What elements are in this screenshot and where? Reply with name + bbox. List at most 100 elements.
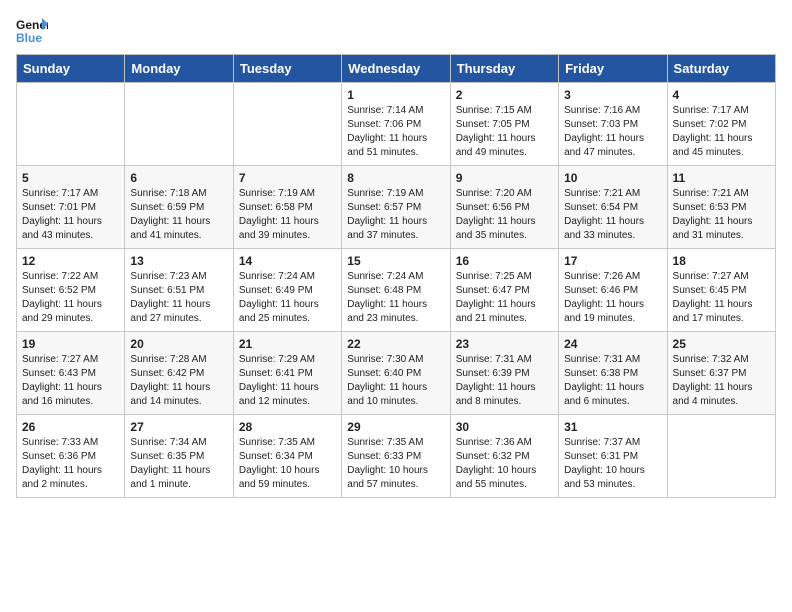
cell-info: and 55 minutes.	[456, 478, 553, 492]
cell-info: Sunrise: 7:34 AM	[130, 436, 227, 450]
logo-icon: General Blue	[16, 16, 48, 44]
day-number: 27	[130, 420, 227, 434]
cell-info: and 10 minutes.	[347, 395, 444, 409]
cell-info: and 2 minutes.	[22, 478, 119, 492]
cell-info: Daylight: 11 hours	[456, 298, 553, 312]
cell-info: Sunrise: 7:17 AM	[22, 187, 119, 201]
calendar-cell: 10Sunrise: 7:21 AMSunset: 6:54 PMDayligh…	[559, 166, 667, 249]
calendar-cell: 20Sunrise: 7:28 AMSunset: 6:42 PMDayligh…	[125, 332, 233, 415]
cell-info: Daylight: 11 hours	[130, 215, 227, 229]
cell-info: and 29 minutes.	[22, 312, 119, 326]
day-number: 23	[456, 337, 553, 351]
cell-info: Sunrise: 7:14 AM	[347, 104, 444, 118]
weekday-header-wednesday: Wednesday	[342, 55, 450, 83]
cell-info: and 51 minutes.	[347, 146, 444, 160]
cell-info: Sunset: 6:56 PM	[456, 201, 553, 215]
calendar-cell: 25Sunrise: 7:32 AMSunset: 6:37 PMDayligh…	[667, 332, 775, 415]
cell-info: and 17 minutes.	[673, 312, 770, 326]
cell-info: and 41 minutes.	[130, 229, 227, 243]
cell-info: Sunset: 7:05 PM	[456, 118, 553, 132]
calendar-cell: 31Sunrise: 7:37 AMSunset: 6:31 PMDayligh…	[559, 415, 667, 498]
cell-info: and 25 minutes.	[239, 312, 336, 326]
day-number: 11	[673, 171, 770, 185]
cell-info: Sunrise: 7:24 AM	[347, 270, 444, 284]
cell-info: Daylight: 11 hours	[239, 381, 336, 395]
day-number: 9	[456, 171, 553, 185]
weekday-header-sunday: Sunday	[17, 55, 125, 83]
cell-info: Sunrise: 7:16 AM	[564, 104, 661, 118]
cell-info: Sunset: 6:52 PM	[22, 284, 119, 298]
svg-text:Blue: Blue	[16, 31, 42, 44]
cell-info: Sunrise: 7:15 AM	[456, 104, 553, 118]
cell-info: Sunrise: 7:18 AM	[130, 187, 227, 201]
calendar-cell: 26Sunrise: 7:33 AMSunset: 6:36 PMDayligh…	[17, 415, 125, 498]
cell-info: Daylight: 11 hours	[22, 381, 119, 395]
cell-info: Daylight: 11 hours	[673, 381, 770, 395]
cell-info: Sunset: 7:06 PM	[347, 118, 444, 132]
calendar-cell	[125, 83, 233, 166]
calendar-cell: 16 Sunrise: 7:25 AMSunset: 6:47 PMDayligh…	[450, 249, 558, 332]
day-number: 29	[347, 420, 444, 434]
cell-info: Sunset: 6:37 PM	[673, 367, 770, 381]
calendar-table: SundayMondayTuesdayWednesdayThursdayFrid…	[16, 54, 776, 498]
calendar-cell: 18Sunrise: 7:27 AMSunset: 6:45 PMDayligh…	[667, 249, 775, 332]
cell-info: Daylight: 10 hours	[239, 464, 336, 478]
cell-info: Daylight: 11 hours	[673, 298, 770, 312]
cell-info: Sunset: 6:49 PM	[239, 284, 336, 298]
day-number: 16	[456, 254, 553, 268]
cell-info: and 45 minutes.	[673, 146, 770, 160]
cell-info: Daylight: 11 hours	[564, 215, 661, 229]
calendar-cell: 5Sunrise: 7:17 AMSunset: 7:01 PMDaylight…	[17, 166, 125, 249]
day-number: 25	[673, 337, 770, 351]
calendar-cell: 1Sunrise: 7:14 AMSunset: 7:06 PMDaylight…	[342, 83, 450, 166]
cell-info: Daylight: 11 hours	[130, 464, 227, 478]
day-number: 4	[673, 88, 770, 102]
cell-info: and 47 minutes.	[564, 146, 661, 160]
cell-info: Sunset: 7:02 PM	[673, 118, 770, 132]
cell-info: and 4 minutes.	[673, 395, 770, 409]
cell-info: and 1 minute.	[130, 478, 227, 492]
cell-info: Sunset: 6:33 PM	[347, 450, 444, 464]
weekday-header-monday: Monday	[125, 55, 233, 83]
cell-info: Sunset: 7:03 PM	[564, 118, 661, 132]
cell-info: Sunset: 6:43 PM	[22, 367, 119, 381]
cell-info: Sunrise: 7:19 AM	[239, 187, 336, 201]
cell-info: Daylight: 11 hours	[130, 381, 227, 395]
calendar-cell	[667, 415, 775, 498]
cell-info: Sunrise: 7:28 AM	[130, 353, 227, 367]
cell-info: Sunrise: 7:25 AM	[456, 270, 553, 284]
cell-info: Sunrise: 7:27 AM	[22, 353, 119, 367]
day-number: 17	[564, 254, 661, 268]
cell-info: Daylight: 11 hours	[22, 298, 119, 312]
cell-info: Daylight: 11 hours	[22, 215, 119, 229]
calendar-week-4: 19Sunrise: 7:27 AMSunset: 6:43 PMDayligh…	[17, 332, 776, 415]
cell-info: Daylight: 11 hours	[673, 132, 770, 146]
cell-info: and 35 minutes.	[456, 229, 553, 243]
cell-info: Sunset: 6:58 PM	[239, 201, 336, 215]
cell-info: and 27 minutes.	[130, 312, 227, 326]
calendar-cell: 6Sunrise: 7:18 AMSunset: 6:59 PMDaylight…	[125, 166, 233, 249]
cell-info: Sunset: 6:47 PM	[456, 284, 553, 298]
cell-info: Daylight: 11 hours	[564, 132, 661, 146]
cell-info: and 49 minutes.	[456, 146, 553, 160]
calendar-cell: 19Sunrise: 7:27 AMSunset: 6:43 PMDayligh…	[17, 332, 125, 415]
cell-info: Sunrise: 7:26 AM	[564, 270, 661, 284]
cell-info: Sunset: 6:40 PM	[347, 367, 444, 381]
calendar-cell: 23Sunrise: 7:31 AMSunset: 6:39 PMDayligh…	[450, 332, 558, 415]
day-number: 18	[673, 254, 770, 268]
cell-info: Daylight: 11 hours	[564, 381, 661, 395]
cell-info: and 33 minutes.	[564, 229, 661, 243]
cell-info: and 8 minutes.	[456, 395, 553, 409]
cell-info: Sunrise: 7:23 AM	[130, 270, 227, 284]
cell-info: Sunset: 6:38 PM	[564, 367, 661, 381]
cell-info: Sunrise: 7:37 AM	[564, 436, 661, 450]
calendar-cell: 29Sunrise: 7:35 AMSunset: 6:33 PMDayligh…	[342, 415, 450, 498]
day-number: 22	[347, 337, 444, 351]
calendar-week-2: 5Sunrise: 7:17 AMSunset: 7:01 PMDaylight…	[17, 166, 776, 249]
cell-info: and 6 minutes.	[564, 395, 661, 409]
weekday-header-saturday: Saturday	[667, 55, 775, 83]
cell-info: Daylight: 10 hours	[347, 464, 444, 478]
cell-info: Sunrise: 7:24 AM	[239, 270, 336, 284]
cell-info: and 21 minutes.	[456, 312, 553, 326]
cell-info: Daylight: 11 hours	[347, 381, 444, 395]
